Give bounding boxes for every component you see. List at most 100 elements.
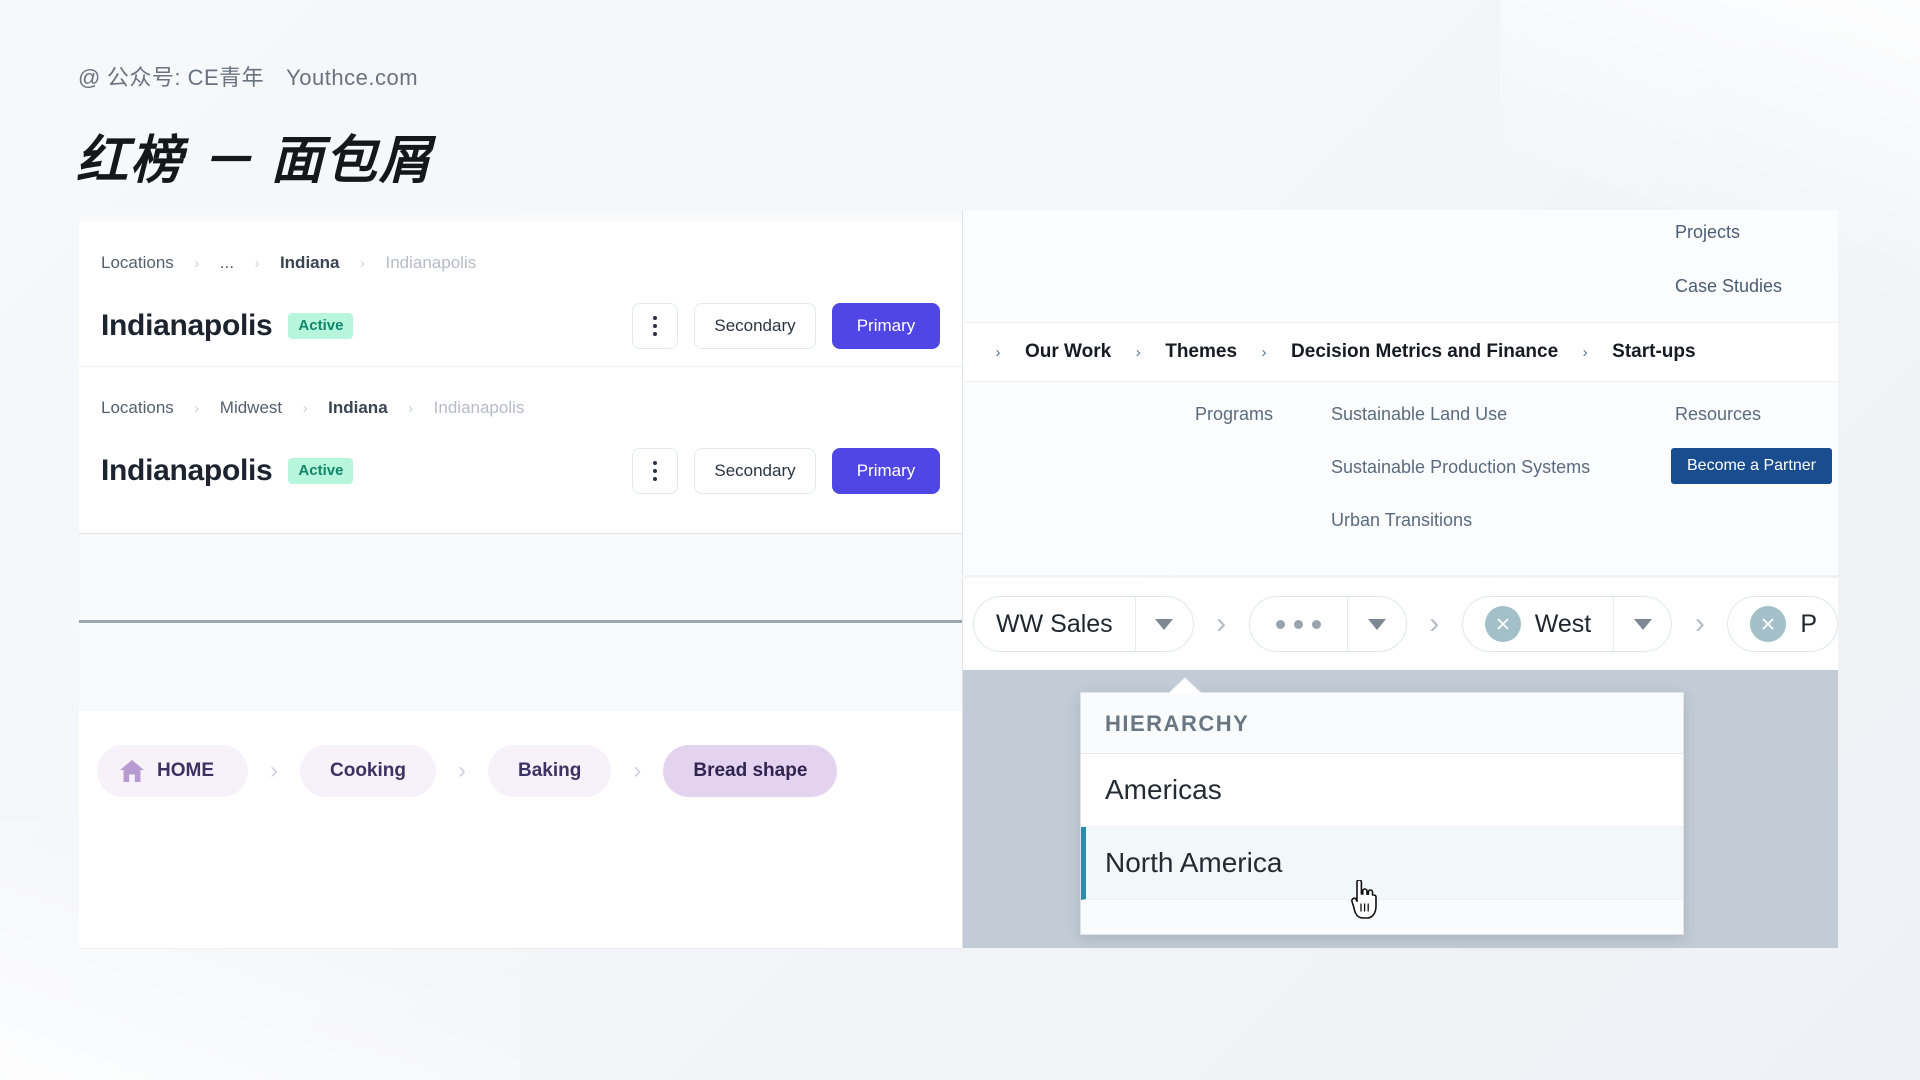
pill-item-home[interactable]: HOME (97, 745, 248, 797)
watermark-text: 公众号: CE青年 (106, 65, 265, 90)
dropdown-tail (1081, 900, 1683, 934)
kebab-menu-icon[interactable] (632, 448, 678, 494)
pill-label: Bread shape (693, 760, 808, 781)
dropdown-item-north-america[interactable]: North America (1081, 827, 1683, 900)
trail-chevron-icon: › (1261, 343, 1267, 361)
breadcrumb-separator-icon: › (302, 399, 308, 417)
mega-menu-upper: Projects Case Studies (963, 210, 1838, 322)
trail-item-themes[interactable]: Themes (1165, 341, 1237, 363)
pill-separator-icon: › (633, 757, 642, 784)
close-icon[interactable] (1484, 606, 1521, 642)
chip-partial[interactable]: P (1727, 596, 1838, 652)
panel-gray-band-2 (79, 623, 962, 711)
hierarchy-chip-bar: WW Sales › › West › P (963, 578, 1838, 670)
card-title-row: Indianapolis Active Secondary Primary (101, 302, 940, 350)
secondary-button[interactable]: Secondary (694, 303, 816, 349)
status-badge: Active (288, 458, 354, 484)
breadcrumb-item-indiana[interactable]: Indiana (280, 253, 340, 273)
chip-separator-icon: › (1694, 607, 1705, 640)
breadcrumb-separator-icon: › (254, 254, 260, 272)
breadcrumb-separator-icon: › (194, 254, 200, 272)
mega-menu-trail: › Our Work › Themes › Decision Metrics a… (963, 322, 1838, 382)
breadcrumb-item-current: Indianapolis (385, 253, 477, 272)
breadcrumb-item-locations[interactable]: Locations (101, 398, 174, 418)
close-icon[interactable] (1750, 606, 1787, 642)
chevron-down-icon[interactable] (1134, 597, 1193, 651)
card-heading: Indianapolis (101, 309, 273, 342)
dropdown-header: HIERARCHY (1081, 693, 1683, 754)
pill-label: Baking (518, 760, 582, 781)
chip-label: P (1800, 609, 1818, 638)
dropdown-arrow-icon (1168, 678, 1202, 694)
pill-breadcrumb-zone: HOME › Cooking › Baking › Bread shape (79, 711, 962, 843)
kebab-menu-icon[interactable] (632, 303, 678, 349)
breadcrumb-item-current: Indianapolis (433, 398, 525, 417)
chevron-down-icon[interactable] (1613, 597, 1671, 651)
panel-footer (79, 843, 962, 897)
card-heading: Indianapolis (101, 454, 273, 487)
mega-menu-lower: Programs Sustainable Land Use Sustainabl… (963, 382, 1838, 572)
chip-west[interactable]: West (1461, 596, 1673, 652)
trail-item-start-ups[interactable]: Start-ups (1612, 341, 1695, 363)
mega-sub-urban-transitions[interactable]: Urban Transitions (1331, 510, 1472, 531)
breadcrumb: Locations › Midwest › Indiana › Indianap… (101, 395, 940, 421)
become-a-partner-button[interactable]: Become a Partner (1671, 448, 1832, 484)
breadcrumb-card-2: Locations › Midwest › Indiana › Indianap… (79, 366, 962, 501)
chip-ellipsis[interactable] (1248, 596, 1407, 652)
pill-item-cooking[interactable]: Cooking (300, 745, 436, 797)
mega-sub-sustainable-production-systems[interactable]: Sustainable Production Systems (1331, 457, 1590, 478)
watermark-at: @ (78, 65, 101, 90)
breadcrumb-item-midwest[interactable]: Midwest (220, 398, 282, 418)
breadcrumb-separator-icon: › (194, 399, 200, 417)
trail-chevron-icon: › (1582, 343, 1588, 361)
pill-separator-icon: › (458, 757, 466, 784)
left-panel: Locations › ... › Indiana › Indianapolis… (79, 210, 962, 948)
mega-sub-resources[interactable]: Resources (1675, 404, 1761, 425)
pill-item-bread-shape[interactable]: Bread shape (663, 745, 838, 797)
card-title-row: Indianapolis Active Secondary Primary (101, 447, 940, 495)
chip-label-wrap: P (1728, 606, 1837, 642)
pill-label: Cooking (330, 760, 406, 781)
chip-ww-sales[interactable]: WW Sales (973, 596, 1194, 652)
secondary-button[interactable]: Secondary (694, 448, 816, 494)
breadcrumb-item-locations[interactable]: Locations (101, 253, 174, 273)
chip-label-wrap: West (1463, 606, 1614, 642)
chip-label: West (1534, 609, 1592, 638)
panel-gray-band (79, 534, 962, 620)
hierarchy-dropdown: HIERARCHY Americas North America (1080, 692, 1684, 935)
pill-label: HOME (157, 760, 214, 781)
mega-sub-programs[interactable]: Programs (1195, 404, 1273, 425)
pill-item-baking[interactable]: Baking (488, 745, 612, 797)
trail-item-our-work[interactable]: Our Work (1025, 341, 1111, 363)
status-badge: Active (288, 313, 354, 339)
watermark-site: Youthce.com (286, 65, 419, 90)
trail-chevron-icon: › (995, 343, 1001, 361)
pill-separator-icon: › (270, 757, 278, 784)
breadcrumb-item-indiana[interactable]: Indiana (328, 398, 388, 418)
primary-button[interactable]: Primary (832, 448, 940, 494)
home-icon (120, 760, 144, 782)
mega-link-case-studies[interactable]: Case Studies (1675, 276, 1782, 297)
pill-breadcrumb: HOME › Cooking › Baking › Bread shape (79, 745, 962, 797)
primary-button[interactable]: Primary (832, 303, 940, 349)
breadcrumb-item-ellipsis[interactable]: ... (220, 253, 234, 273)
trail-chevron-icon: › (1135, 343, 1141, 361)
chip-separator-icon: › (1429, 607, 1440, 640)
watermark: @ 公众号: CE青年 Youthce.com (78, 60, 418, 92)
breadcrumb-separator-icon: › (359, 254, 365, 272)
panel-top-strip (79, 210, 962, 222)
breadcrumb-card-1: Locations › ... › Indiana › Indianapolis… (79, 222, 962, 356)
page-root: @ 公众号: CE青年 Youthce.com 红榜 － 面包屑 Locations… (0, 0, 1920, 1080)
trail-item-decision-metrics[interactable]: Decision Metrics and Finance (1291, 341, 1558, 363)
mega-sub-sustainable-land-use[interactable]: Sustainable Land Use (1331, 404, 1507, 425)
mouse-cursor-icon (1351, 880, 1377, 919)
mega-link-projects[interactable]: Projects (1675, 222, 1740, 243)
mega-menu-panel: Projects Case Studies › Our Work › Theme… (962, 210, 1838, 575)
chip-separator-icon: › (1216, 607, 1227, 640)
ellipsis-icon (1250, 619, 1347, 629)
dropdown-item-americas[interactable]: Americas (1081, 754, 1683, 827)
page-title: 红榜 － 面包屑 (76, 132, 433, 190)
chevron-down-icon[interactable] (1346, 597, 1406, 651)
breadcrumb-separator-icon: › (408, 399, 414, 417)
breadcrumb: Locations › ... › Indiana › Indianapolis (101, 250, 940, 276)
